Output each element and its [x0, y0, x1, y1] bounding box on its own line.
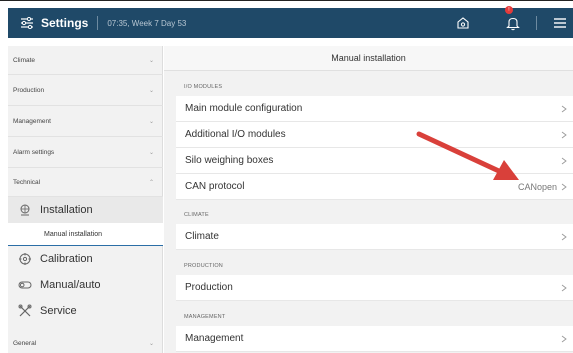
list-item-additional-io-modules[interactable]: Additional I/O modules [176, 122, 573, 148]
list-item-value: CANopen [517, 181, 557, 192]
list-item-label: Additional I/O modules [185, 129, 286, 140]
sidebar-item-calibration[interactable]: Calibration [8, 246, 163, 272]
tools-icon [18, 304, 32, 317]
header-divider [97, 16, 99, 30]
chevron-right-icon [561, 131, 567, 138]
sidebar-category-production[interactable]: Production ⌄ [8, 75, 163, 106]
chevron-down-icon: ⌄ [148, 57, 154, 64]
chevron-down-icon: ⌄ [148, 87, 154, 94]
sidebar-category-technical[interactable]: Technical ⌃ [8, 168, 163, 197]
list-item-label: Main module configuration [185, 103, 303, 114]
home-icon[interactable] [454, 14, 472, 32]
sidebar-item-service[interactable]: Service [8, 298, 163, 324]
section-label-production: PRODUCTION [184, 263, 223, 269]
list-item-label: CAN protocol [185, 181, 245, 192]
section-label-management: MANAGEMENT [184, 314, 226, 320]
calibration-icon [19, 253, 31, 265]
list-item-can-protocol[interactable]: CAN protocol CANopen [176, 174, 573, 200]
notification-badge: ! [505, 6, 513, 14]
sidebar-item-manual-installation[interactable]: Manual installation [8, 223, 163, 246]
chevron-down-icon: ⌄ [148, 341, 154, 347]
chevron-right-icon [561, 335, 567, 342]
panel-title: Manual installation [164, 46, 573, 71]
app-header: Settings 07:35, Week 7 Day 53 [8, 8, 573, 38]
bell-icon[interactable] [504, 14, 522, 32]
datetime-label: 07:35, Week 7 Day 53 [107, 18, 187, 28]
list-item-main-module-configuration[interactable]: Main module configuration [176, 96, 573, 122]
sidebar-item-installation[interactable]: Installation [8, 197, 163, 223]
sidebar-item-label: Calibration [40, 253, 93, 265]
section-label-io-modules: I/O MODULES [184, 84, 223, 90]
sidebar-category-label: Climate [13, 56, 36, 64]
list-item-label: Climate [185, 231, 219, 242]
list-item-management[interactable]: Management [176, 326, 573, 352]
chevron-right-icon [561, 183, 567, 190]
chevron-down-icon: ⌄ [148, 118, 154, 125]
list-item-label: Silo weighing boxes [185, 155, 274, 166]
sidebar-item-label: Manual installation [44, 230, 102, 238]
sidebar-item-label: Service [40, 305, 77, 317]
chevron-up-icon: ⌃ [148, 179, 154, 186]
sidebar: Climate ⌄ Production ⌄ Management ⌄ Alar… [8, 46, 163, 353]
chevron-right-icon [561, 284, 567, 291]
sidebar-category-label: Alarm settings [13, 148, 55, 156]
settings-sliders-icon [21, 17, 33, 29]
sidebar-item-label: Installation [40, 204, 93, 216]
chevron-down-icon: ⌄ [148, 149, 154, 156]
main-panel: Manual installation I/O MODULES Main mod… [164, 46, 573, 353]
list-item-production[interactable]: Production [176, 275, 573, 301]
toggle-icon [18, 281, 32, 289]
list-item-label: Production [185, 282, 233, 293]
list-item-climate[interactable]: Climate [176, 224, 573, 250]
sidebar-category-alarm-settings[interactable]: Alarm settings ⌄ [8, 137, 163, 168]
list-item-silo-weighing-boxes[interactable]: Silo weighing boxes [176, 148, 573, 174]
sidebar-category-climate[interactable]: Climate ⌄ [8, 46, 163, 75]
list-item-label: Management [185, 333, 244, 344]
sidebar-category-label: General [13, 340, 37, 347]
chevron-right-icon [561, 105, 567, 112]
sidebar-category-label: Technical [13, 178, 41, 186]
page-title: Settings [41, 16, 89, 30]
section-label-climate: CLIMATE [184, 212, 209, 218]
sidebar-category-management[interactable]: Management ⌄ [8, 106, 163, 137]
chevron-right-icon [561, 157, 567, 164]
sidebar-category-label: Production [13, 86, 45, 94]
header-divider-right [536, 16, 537, 30]
hamburger-menu-icon[interactable] [551, 14, 569, 32]
sidebar-category-general[interactable]: General ⌄ [8, 334, 163, 353]
sidebar-item-label: Manual/auto [40, 279, 101, 291]
top-border [0, 0, 573, 1]
sidebar-item-manual-auto[interactable]: Manual/auto [8, 272, 163, 298]
chevron-right-icon [561, 233, 567, 240]
sidebar-category-label: Management [13, 117, 51, 125]
installation-icon [20, 204, 30, 216]
